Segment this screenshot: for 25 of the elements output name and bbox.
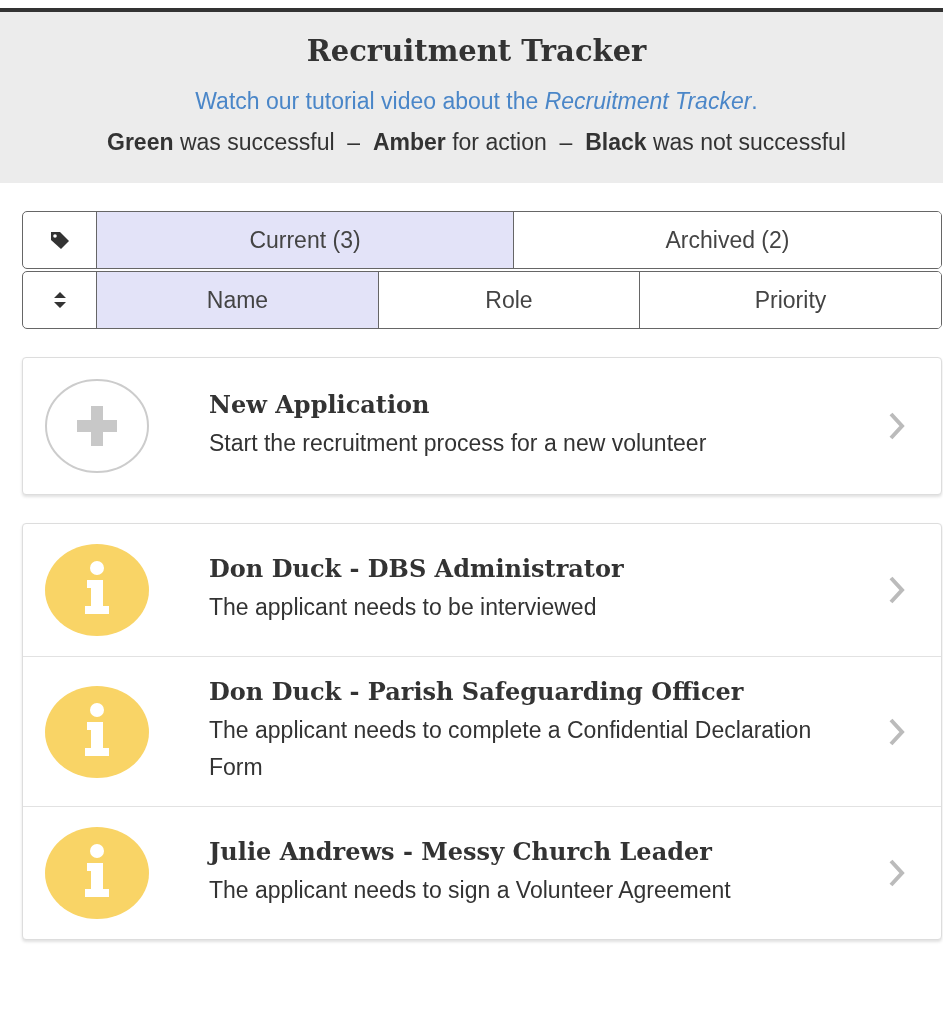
new-application-row[interactable]: New Application Start the recruitment process for a new volunteer	[23, 358, 941, 494]
chevron-right-icon	[888, 717, 905, 746]
sort-icon[interactable]	[53, 292, 66, 308]
sort-tab[interactable]: Priority	[639, 272, 941, 328]
chevron-right-icon	[888, 859, 905, 887]
row-title: Julie Andrews - Messy Church Leader	[209, 837, 713, 866]
plus-circle-icon	[45, 378, 149, 474]
application-row[interactable]: Don Duck - DBS Administrator The applicant needs to be interviewed	[23, 524, 941, 656]
application-row[interactable]: Don Duck - Parish Safeguarding Officer The applicant needs to complete a Confidential Declaration Form	[23, 656, 941, 806]
page-title: Recruitment Tracker	[306, 34, 647, 68]
row-description: The applicant needs to complete a Confidential Declaration Form	[209, 716, 813, 782]
row-title: Don Duck - Parish Safeguarding Officer	[209, 677, 745, 706]
filter-tab[interactable]: Current (3)	[97, 212, 513, 268]
chevron-right-icon	[888, 576, 905, 604]
status-legend: Green was successful – Amber for action – Black was not successful	[107, 123, 846, 161]
row-title: Don Duck - DBS Administrator	[209, 554, 625, 583]
application-row[interactable]: Julie Andrews - Messy Church Leader The applicant needs to sign a Volunteer Agreement	[23, 806, 941, 939]
sort-tab[interactable]: Name	[97, 272, 378, 328]
chevron-right-icon	[888, 412, 905, 440]
row-description: Start the recruitment process for a new volunteer	[209, 429, 708, 458]
tag-icon[interactable]	[49, 230, 70, 250]
filter-tab[interactable]: Archived (2)	[513, 212, 941, 268]
row-description: The applicant needs to sign a Volunteer Agreement	[209, 876, 732, 905]
row-description: The applicant needs to be interviewed	[209, 593, 598, 622]
row-title: New Application	[209, 390, 431, 419]
